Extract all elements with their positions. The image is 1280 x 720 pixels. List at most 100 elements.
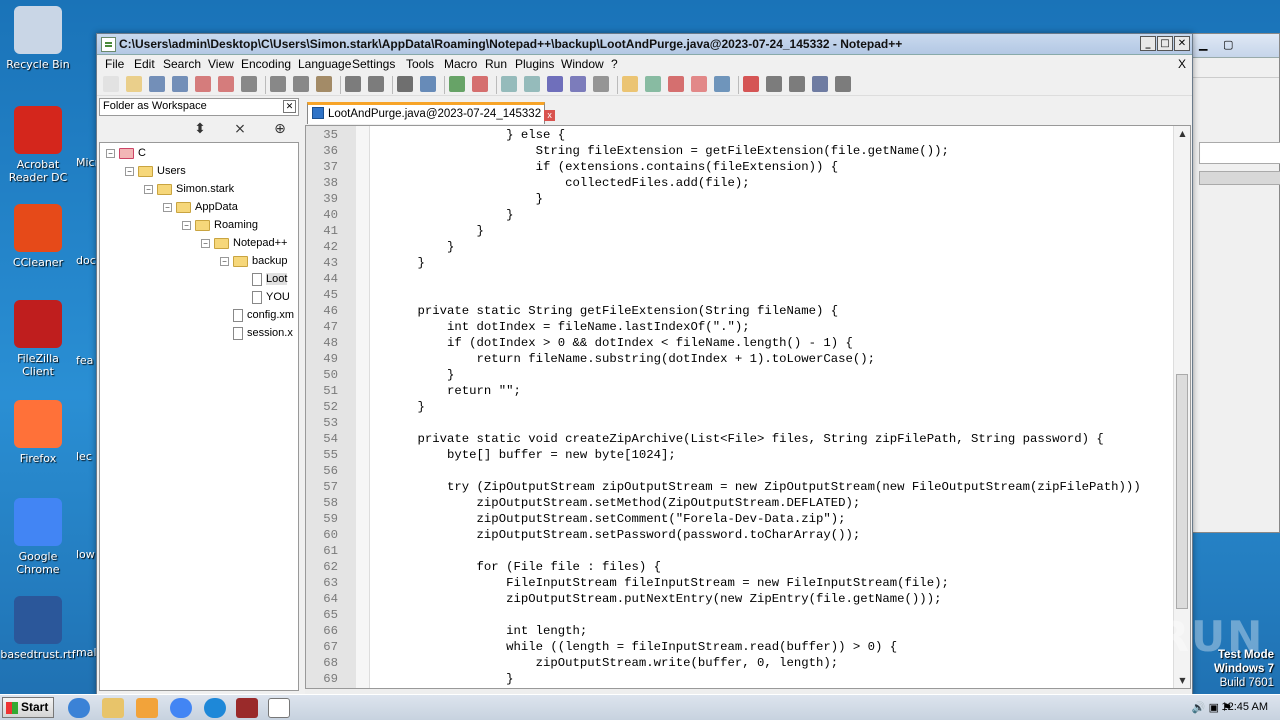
menu-encoding[interactable]: Encoding (241, 57, 291, 71)
tree-node[interactable]: − C (106, 145, 146, 163)
code-editor[interactable]: 35 } else {36 String fileExtension = get… (305, 125, 1191, 689)
menu-help[interactable]: ? (611, 57, 618, 71)
zoom-in-icon[interactable] (449, 76, 465, 92)
desktop-icon[interactable]: Recycle Bin (0, 6, 76, 71)
tree-node[interactable]: YOU (239, 289, 290, 307)
tree-collapse-icon[interactable]: − (201, 238, 210, 248)
menu-run[interactable]: Run (485, 57, 507, 71)
paste-icon[interactable] (316, 76, 332, 92)
tree-node[interactable]: config.xm (220, 307, 294, 325)
save-macro-icon[interactable] (835, 76, 851, 92)
tree-collapse-icon[interactable]: − (163, 202, 172, 212)
menu-tools[interactable]: Tools (406, 57, 434, 71)
code-line[interactable]: 60 zipOutputStream.setPassword(password.… (306, 527, 1176, 543)
background-window-controls[interactable]: ▁ ▢ (1199, 38, 1239, 51)
menu-plugins[interactable]: Plugins (515, 57, 554, 71)
code-line[interactable]: 38 collectedFiles.add(file); (306, 175, 1176, 191)
expand-all-icon[interactable]: ⬍ (191, 120, 209, 138)
taskbar-explorer-icon[interactable] (102, 698, 124, 718)
sync-v-icon[interactable] (501, 76, 517, 92)
tree-collapse-icon[interactable]: − (220, 256, 229, 266)
background-window-titlebar[interactable]: ▁ ▢ (1191, 34, 1279, 58)
desktop-icon[interactable]: Firefox (0, 400, 76, 465)
menu-view[interactable]: View (208, 57, 234, 71)
panel-close-button[interactable]: ✕ (283, 100, 296, 113)
desktop-icon[interactable]: CCleaner (0, 204, 76, 269)
tree-node[interactable]: − backup (220, 253, 287, 271)
scroll-down-arrow-icon[interactable]: ▼ (1176, 674, 1189, 687)
taskbar-clock[interactable]: 12:45 AM (1222, 701, 1268, 713)
taskbar-edge-icon[interactable] (204, 698, 226, 718)
code-line[interactable]: 36 String fileExtension = getFileExtensi… (306, 143, 1176, 159)
taskbar-winrar-icon[interactable] (236, 698, 258, 718)
zoom-out-icon[interactable] (472, 76, 488, 92)
code-line[interactable]: 58 zipOutputStream.setMethod(ZipOutputSt… (306, 495, 1176, 511)
menu-file[interactable]: File (105, 57, 124, 71)
code-line[interactable]: 56 (306, 463, 1176, 479)
code-line[interactable]: 69 } (306, 671, 1176, 687)
collapse-all-icon[interactable]: ⨯ (231, 120, 249, 138)
desktop-icon[interactable]: FileZilla Client (0, 300, 76, 378)
code-line[interactable]: 59 zipOutputStream.setComment("Forela-De… (306, 511, 1176, 527)
code-line[interactable]: 40 } (306, 207, 1176, 223)
tree-node[interactable]: Loot (239, 271, 288, 289)
code-line[interactable]: 53 (306, 415, 1176, 431)
code-line[interactable]: 50 } (306, 367, 1176, 383)
code-line[interactable]: 41 } (306, 223, 1176, 239)
start-button[interactable]: Start (2, 697, 54, 718)
cut-icon[interactable] (270, 76, 286, 92)
code-line[interactable]: 55 byte[] buffer = new byte[1024]; (306, 447, 1176, 463)
vertical-scrollbar[interactable]: ▲ ▼ (1173, 126, 1190, 688)
desktop-icon-label-partial[interactable]: lec (76, 450, 92, 463)
code-line[interactable]: 51 return ""; (306, 383, 1176, 399)
save-all-icon[interactable] (172, 76, 188, 92)
code-line[interactable]: 46 private static String getFileExtensio… (306, 303, 1176, 319)
tree-collapse-icon[interactable]: − (106, 148, 115, 158)
undo-icon[interactable] (345, 76, 361, 92)
close-button[interactable]: ✕ (1174, 36, 1190, 51)
new-icon[interactable] (103, 76, 119, 92)
function-list-icon[interactable] (668, 76, 684, 92)
tree-node[interactable]: − Roaming (182, 217, 258, 235)
taskbar-chrome-icon[interactable] (170, 698, 192, 718)
doc-map-icon[interactable] (645, 76, 661, 92)
code-line[interactable]: 45 (306, 287, 1176, 303)
menu-search[interactable]: Search (163, 57, 201, 71)
monitor-icon[interactable] (714, 76, 730, 92)
code-line[interactable]: 63 FileInputStream fileInputStream = new… (306, 575, 1176, 591)
folder-workspace-icon[interactable] (691, 76, 707, 92)
redo-icon[interactable] (368, 76, 384, 92)
play-macro-icon[interactable] (789, 76, 805, 92)
code-line[interactable]: 64 zipOutputStream.putNextEntry(new ZipE… (306, 591, 1176, 607)
sync-h-icon[interactable] (524, 76, 540, 92)
stop-macro-icon[interactable] (766, 76, 782, 92)
desktop-icon-label-partial[interactable]: doc (76, 254, 96, 267)
code-line[interactable]: 47 int dotIndex = fileName.lastIndexOf("… (306, 319, 1176, 335)
code-line[interactable]: 61 (306, 543, 1176, 559)
replace-icon[interactable] (420, 76, 436, 92)
code-line[interactable]: 44 (306, 271, 1176, 287)
code-line[interactable]: 48 if (dotIndex > 0 && dotIndex < fileNa… (306, 335, 1176, 351)
indent-guide-icon[interactable] (593, 76, 609, 92)
code-line[interactable]: 43 } (306, 255, 1176, 271)
scroll-up-arrow-icon[interactable]: ▲ (1176, 127, 1189, 140)
minimize-button[interactable]: _ (1140, 36, 1156, 51)
code-line[interactable]: 54 private static void createZipArchive(… (306, 431, 1176, 447)
tree-node[interactable]: session.x (220, 325, 293, 343)
udl-icon[interactable] (622, 76, 638, 92)
desktop-icon[interactable]: Acrobat Reader DC (0, 106, 76, 184)
desktop-icon-label-partial[interactable]: low (76, 548, 95, 561)
code-line[interactable]: 62 for (File file : files) { (306, 559, 1176, 575)
code-line[interactable]: 35 } else { (306, 127, 1176, 143)
background-window[interactable]: ▁ ▢ (1190, 33, 1280, 533)
code-line[interactable]: 39 } (306, 191, 1176, 207)
desktop-icon[interactable]: basedtrust.rtf (0, 596, 76, 661)
tree-node[interactable]: − Users (125, 163, 186, 181)
run-macro-multiple-icon[interactable] (812, 76, 828, 92)
tree-node[interactable]: − Simon.stark (144, 181, 234, 199)
record-macro-icon[interactable] (743, 76, 759, 92)
maximize-button[interactable]: □ (1157, 36, 1173, 51)
tree-collapse-icon[interactable]: − (182, 220, 191, 230)
code-line[interactable]: 49 return fileName.substring(dotIndex + … (306, 351, 1176, 367)
tree-node[interactable]: − AppData (163, 199, 238, 217)
